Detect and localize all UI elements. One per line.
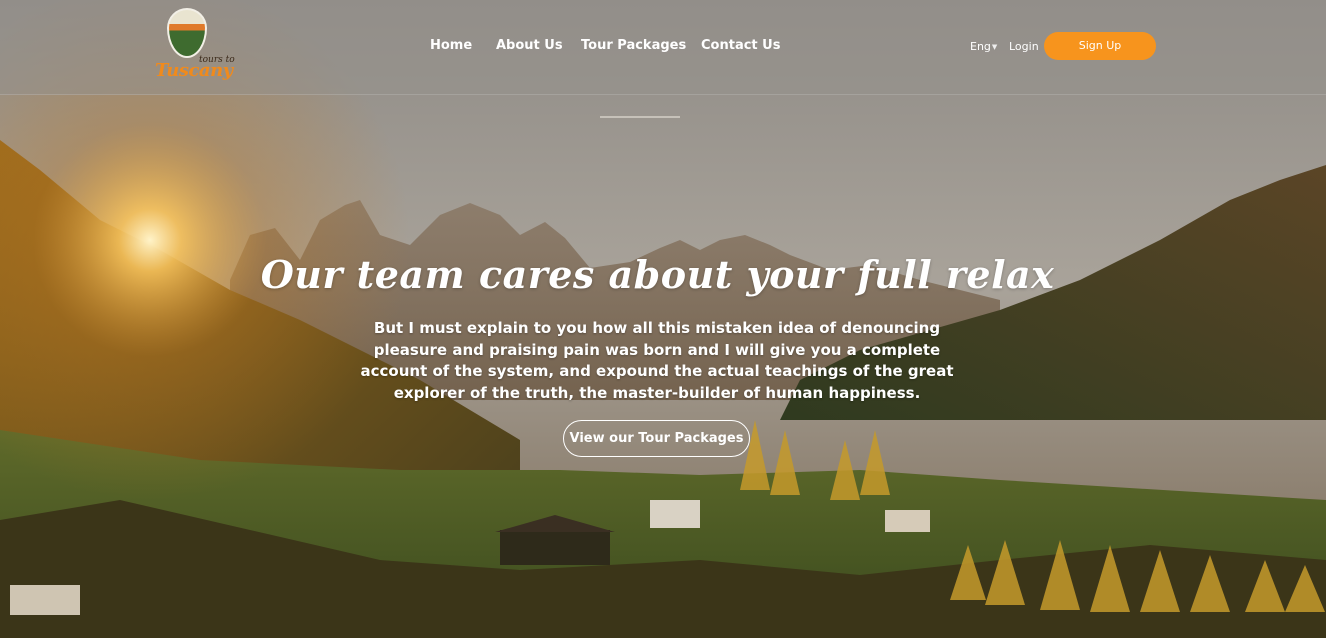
hero-description: But I must explain to you how all this m… bbox=[360, 319, 954, 402]
login-link[interactable]: Login bbox=[1009, 40, 1039, 53]
language-selector[interactable]: Eng ▼ bbox=[970, 40, 997, 53]
signup-button[interactable]: Sign Up bbox=[1044, 32, 1156, 60]
logo-big-text: Tuscany bbox=[155, 60, 233, 81]
nav-about-us[interactable]: About Us bbox=[496, 38, 563, 53]
nav-contact-us[interactable]: Contact Us bbox=[701, 38, 780, 53]
site-logo[interactable]: tours to Tuscany bbox=[155, 6, 235, 86]
chevron-down-icon: ▼ bbox=[991, 42, 998, 51]
language-label: Eng bbox=[970, 40, 991, 53]
hero-headline: Our team cares about your full relax bbox=[260, 252, 1055, 297]
top-navbar: tours to Tuscany Home About Us Tour Pack… bbox=[0, 0, 1326, 95]
view-tour-packages-button[interactable]: View our Tour Packages bbox=[563, 420, 750, 457]
nav-home[interactable]: Home bbox=[430, 38, 472, 53]
nav-tour-packages[interactable]: Tour Packages bbox=[581, 38, 686, 53]
logo-badge-icon bbox=[167, 8, 207, 58]
